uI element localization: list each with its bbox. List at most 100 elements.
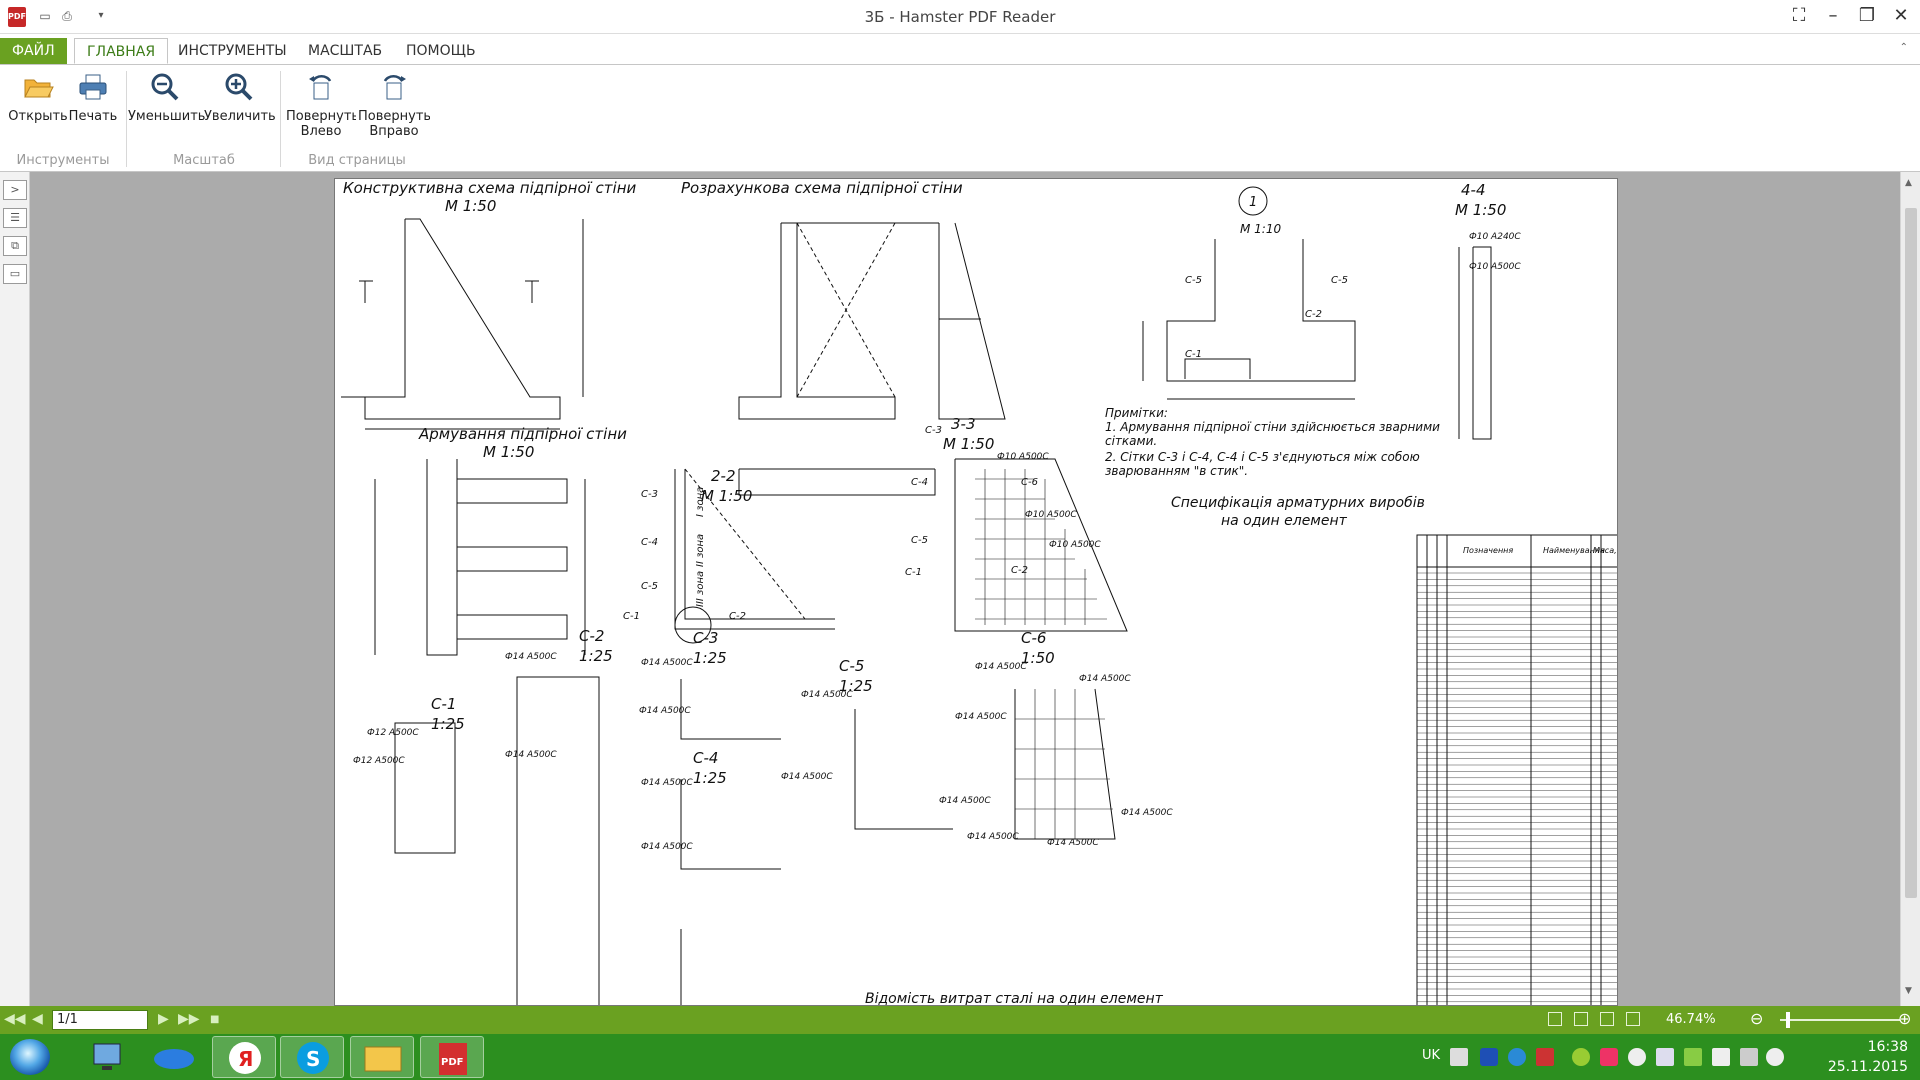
c3-title: С-3 [693, 629, 718, 647]
zoom-in-button[interactable]: Увеличить [204, 71, 276, 145]
label-d10-a500: Ф10 А500С [1469, 262, 1521, 272]
window-title: 3Б - Hamster PDF Reader [864, 8, 1056, 26]
tab-file[interactable]: ФАЙЛ [0, 38, 67, 64]
two-page-view-icon[interactable] [1600, 1012, 1614, 1026]
fullscreen-icon[interactable]: ⛶ [1782, 2, 1816, 30]
page-number-input[interactable]: 1/1 [52, 1010, 148, 1030]
c2-label-33: С-2 [1011, 565, 1028, 576]
engineering-drawing: Конструктивна схема підпірної стіни М 1:… [341, 179, 1618, 1006]
scroll-down-icon[interactable]: ▼ [1905, 986, 1912, 996]
tab-home[interactable]: ГЛАВНАЯ [74, 38, 169, 64]
continuous-view-icon[interactable] [1574, 1012, 1588, 1026]
c2-label-detail: С-2 [1305, 309, 1322, 320]
language-indicator[interactable]: UK [1422, 1048, 1440, 1063]
stop-icon[interactable]: ■ [210, 1014, 219, 1025]
taskbar-yandex[interactable]: Я [212, 1036, 276, 1078]
group-label-scale: Масштаб [173, 153, 235, 168]
maximize-button[interactable]: ❐ [1850, 2, 1884, 30]
label-d10-33c: Ф10 А500С [1049, 540, 1101, 550]
prev-page-icon[interactable]: ◀ [32, 1011, 43, 1027]
folder-open-icon [24, 79, 54, 98]
taskbar-hamster-pdf[interactable]: PDF [420, 1036, 484, 1078]
c3-bar-label-b: Ф14 А500С [639, 706, 691, 716]
volume-muted-icon[interactable] [1536, 1048, 1554, 1066]
expand-panel-icon[interactable]: > [3, 180, 27, 200]
zoom-slider-handle[interactable] [1786, 1012, 1790, 1028]
flag-icon[interactable] [1712, 1048, 1730, 1066]
annotations-icon[interactable]: ▭ [3, 264, 27, 284]
bluetooth-icon[interactable] [1480, 1048, 1498, 1066]
pages-icon[interactable]: ⧉ [3, 236, 27, 256]
side-panel-strip: > ☰ ⧉ ▭ [0, 172, 30, 1006]
c5-bar-label-b: Ф14 А500С [781, 772, 833, 782]
print-button[interactable]: Печать [68, 71, 118, 145]
rotate-right-button[interactable]: Повернуть Вправо [358, 71, 430, 147]
c4-title: С-4 [693, 749, 718, 767]
tab-help[interactable]: ПОМОЩЬ [394, 38, 488, 64]
network-icon[interactable] [1628, 1048, 1646, 1066]
c2-bar-label-b: Ф14 А500С [505, 750, 557, 760]
last-page-icon[interactable]: ▶▶ [178, 1011, 200, 1027]
wifi-icon[interactable] [1656, 1048, 1674, 1066]
first-page-icon[interactable]: ◀◀ [4, 1011, 26, 1027]
spec-header-mass: Маса, кг [1593, 546, 1618, 555]
rotate-left-button[interactable]: Повернуть Влево [286, 71, 356, 147]
clock[interactable]: 16:38 25.11.2015 [1828, 1037, 1908, 1077]
label-d10-a240: Ф10 А240С [1469, 232, 1521, 242]
c1-label-22: С-1 [623, 611, 640, 622]
info-icon[interactable] [1508, 1048, 1526, 1066]
taskbar-browser-blue[interactable] [142, 1036, 206, 1078]
zoom-level: 46.74% [1666, 1012, 1716, 1027]
c4-label-33: С-4 [911, 477, 928, 488]
pdf-page[interactable]: Конструктивна схема підпірної стіни М 1:… [334, 178, 1618, 1006]
clock-date: 25.11.2015 [1827, 1059, 1908, 1075]
tab-tools[interactable]: ИНСТРУМЕНТЫ [166, 38, 299, 64]
speaker-icon[interactable] [1766, 1048, 1784, 1066]
steel-list-title: Відомість витрат сталі на один елемент [865, 991, 1164, 1006]
zoom-slider[interactable] [1780, 1019, 1900, 1021]
section-33-scale: М 1:50 [943, 435, 994, 453]
collapse-ribbon-icon[interactable]: ⌃ [1900, 42, 1908, 53]
sync-icon[interactable] [1600, 1048, 1618, 1066]
open-button[interactable]: Открыть [8, 71, 68, 145]
cloud-icon [154, 1049, 194, 1069]
taskbar-computer[interactable] [74, 1036, 138, 1078]
tab-scale[interactable]: МАСШТАБ [296, 38, 394, 64]
scrollbar-thumb[interactable] [1905, 208, 1917, 898]
taskbar-skype[interactable]: S [280, 1036, 344, 1078]
signal-icon[interactable] [1740, 1048, 1758, 1066]
c1-bar-label-a: Ф12 А500С [367, 728, 419, 738]
document-viewport[interactable]: Конструктивна схема підпірної стіни М 1:… [30, 172, 1900, 1006]
zoom-in-icon [225, 73, 253, 101]
single-page-view-icon[interactable] [1548, 1012, 1562, 1026]
title-bar: PDF ▭ ⎙ ▾ 3Б - Hamster PDF Reader ⛶ – ❐ … [0, 0, 1920, 34]
two-page-continuous-icon[interactable] [1626, 1012, 1640, 1026]
c1-label-33: С-1 [905, 567, 922, 578]
spec-title-2: на один елемент [1221, 513, 1348, 529]
zone-2-label: ІІ зона [695, 534, 706, 567]
zoom-out-icon [151, 73, 179, 101]
close-button[interactable]: ✕ [1884, 2, 1918, 30]
zoom-in-small-icon[interactable]: ⊕ [1898, 1009, 1911, 1028]
keyboard-icon[interactable] [1450, 1048, 1468, 1066]
section-44-scale: М 1:50 [1455, 201, 1506, 219]
next-page-icon[interactable]: ▶ [158, 1011, 169, 1027]
bookmarks-icon[interactable]: ☰ [3, 208, 27, 228]
section-33-label: 3-3 [951, 415, 976, 433]
taskbar-explorer[interactable] [350, 1036, 414, 1078]
c5-bar-label: Ф14 А500С [801, 690, 853, 700]
nvidia-icon[interactable] [1684, 1048, 1702, 1066]
zoom-out-small-icon[interactable]: ⊖ [1750, 1009, 1763, 1028]
zoom-out-button[interactable]: Уменьшить [128, 71, 205, 145]
start-button[interactable] [10, 1039, 50, 1075]
vertical-scrollbar[interactable]: ▲ ▼ [1900, 172, 1920, 1006]
svg-text:S: S [306, 1047, 320, 1071]
c6-bar-label-a: Ф14 А500С [975, 662, 1027, 672]
security-icon[interactable] [1572, 1048, 1590, 1066]
scroll-up-icon[interactable]: ▲ [1905, 178, 1912, 188]
spec-title-1: Специфікація арматурних виробів [1171, 495, 1425, 511]
c5-label-22: С-5 [641, 581, 658, 592]
section-22-label: 2-2 [711, 467, 736, 485]
minimize-button[interactable]: – [1816, 2, 1850, 30]
ribbon-tabs: ФАЙЛ ГЛАВНАЯ ИНСТРУМЕНТЫ МАСШТАБ ПОМОЩЬ [0, 34, 1920, 64]
